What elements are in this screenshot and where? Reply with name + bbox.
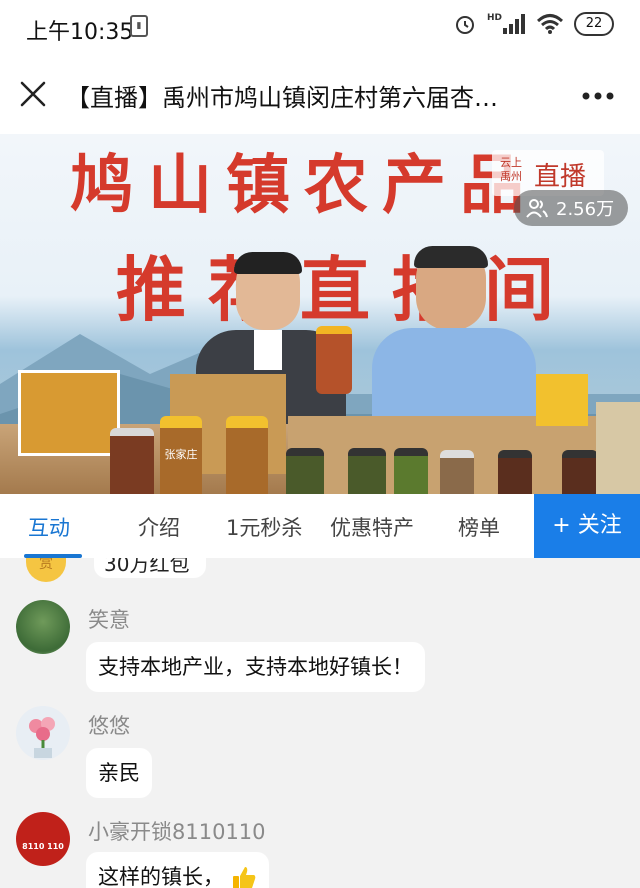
chat-username: 笑意 [88, 608, 130, 632]
banner-title: 鸠山镇农产品 [70, 149, 538, 223]
avatar[interactable] [16, 600, 70, 654]
jar-product [348, 448, 386, 494]
chat-message: 支持本地产业，支持本地好镇长！ [86, 642, 425, 692]
chat-message: 亲民 [86, 748, 152, 798]
cellular-signal-icon [503, 14, 525, 34]
tab-ranking[interactable]: 榜单 [458, 512, 500, 542]
tab-intro[interactable]: 介绍 [138, 512, 180, 542]
live-logo-text: 直播 [534, 162, 587, 192]
wifi-icon [536, 14, 564, 34]
flower-icon [29, 717, 55, 758]
tab-interaction[interactable]: 互动 [28, 512, 70, 542]
jar-product [562, 450, 598, 494]
viewer-count-badge: 2.56万 [514, 190, 629, 226]
product-box [536, 374, 588, 426]
jar-product [440, 450, 474, 494]
page-title: 【直播】禹州市鸠山镇闵庄村第六届杏… [66, 84, 498, 112]
battery-indicator: 22 [574, 12, 614, 36]
avatar-text: 8110 110 [22, 842, 64, 851]
status-icons: HD 22 [453, 12, 614, 36]
follow-button[interactable]: + 关注 [534, 494, 640, 558]
thumbs-up-icon [232, 867, 256, 888]
network-type-label: HD [486, 13, 502, 23]
live-logo-caption: 云上禹州 [500, 156, 522, 183]
chat-username: 小豪开锁8110110 [88, 820, 266, 844]
sim-card-icon: ▮ [130, 15, 148, 37]
status-bar: 上午10:35 ▮ HD 22 [0, 0, 640, 56]
close-icon [20, 81, 46, 107]
avatar[interactable]: 8110 110 [16, 812, 70, 866]
honey-jar-held [316, 326, 352, 394]
viewers-icon [526, 199, 548, 218]
alarm-icon [455, 16, 474, 34]
jar-product [498, 450, 532, 494]
jar-product [110, 428, 154, 494]
status-time: 上午10:35 [26, 20, 134, 45]
more-icon [582, 92, 614, 100]
chat-bubble-partial: 30万红包 [94, 558, 206, 578]
chat-list[interactable]: 赏 30万红包 笑意 支持本地产业，支持本地好镇长！ 悠悠 亲民 8110 11… [0, 558, 640, 888]
jar-label: 张家庄 [164, 448, 198, 461]
jar-product: 张家庄 [160, 416, 202, 494]
tab-flash-sale[interactable]: 1元秒杀 [226, 512, 302, 542]
title-bar: 【直播】禹州市鸠山镇闵庄村第六届杏… [0, 56, 640, 135]
avatar[interactable] [16, 706, 70, 760]
reward-icon: 赏 [26, 558, 66, 582]
chat-username: 悠悠 [88, 714, 130, 738]
live-video-player[interactable]: 鸠山镇农产品 推荐直播间 云上禹州 直播 2.56万 张家庄 [0, 134, 640, 494]
product-box [596, 402, 640, 494]
chat-message-text: 这样的镇长， [98, 865, 224, 888]
host-right [372, 246, 536, 436]
product-box [18, 370, 120, 456]
viewer-count: 2.56万 [556, 199, 615, 220]
jar-product [286, 448, 324, 494]
more-options-button[interactable] [576, 78, 620, 114]
tab-specialties[interactable]: 优惠特产 [330, 512, 414, 542]
jar-product [394, 448, 428, 494]
chat-message: 这样的镇长， [86, 852, 269, 888]
jar-product [226, 416, 268, 494]
close-button[interactable] [14, 75, 52, 113]
